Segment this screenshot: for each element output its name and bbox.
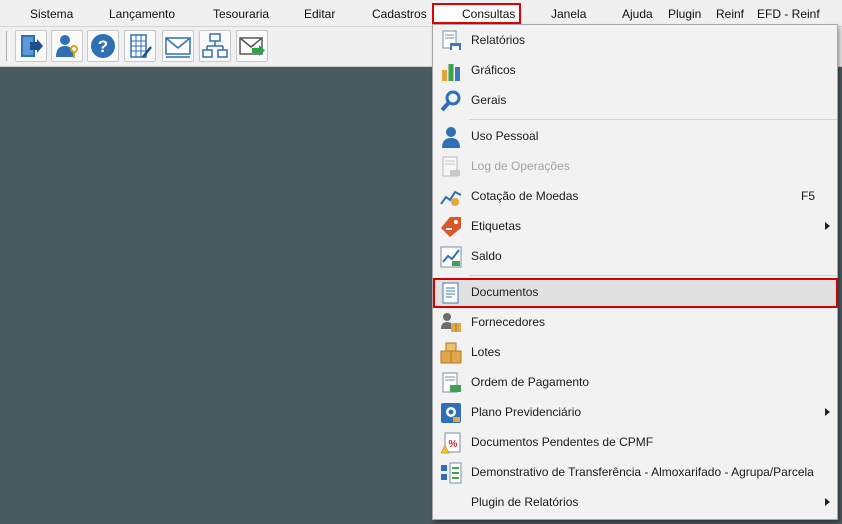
- balance-chart-icon: [440, 246, 462, 268]
- help-button[interactable]: ?: [87, 30, 119, 62]
- user-access-button[interactable]: [51, 30, 83, 62]
- menu-item-label: Cotação de Moedas: [471, 189, 579, 203]
- bar-chart-icon: [442, 64, 460, 81]
- report-printer-icon: [442, 30, 461, 51]
- log-document-icon: [442, 156, 460, 177]
- menu-item-cotacao-de-moedas[interactable]: Cotação de Moedas F5: [433, 182, 837, 212]
- mail-send-icon: [239, 37, 265, 56]
- menu-reinf[interactable]: Reinf: [716, 5, 744, 23]
- menu-item-label: Gerais: [471, 93, 507, 107]
- menu-item-label: Demonstrativo de Transferência - Almoxar…: [471, 465, 814, 479]
- svg-text:?: ?: [98, 37, 108, 56]
- menu-separator: [469, 119, 837, 120]
- menu-item-uso-pessoal[interactable]: Uso Pessoal: [433, 122, 837, 152]
- currency-chart-icon: [440, 190, 462, 206]
- help-icon: ?: [91, 34, 115, 58]
- consultas-dropdown-menu: Relatórios Gráficos Gerais Uso Pessoal L…: [432, 24, 838, 520]
- submenu-arrow-icon: [825, 222, 830, 230]
- menu-item-saldo[interactable]: Saldo: [433, 242, 837, 272]
- menu-item-plano-previdenciario[interactable]: Plano Previdenciário: [433, 398, 837, 428]
- menu-item-label: Etiquetas: [471, 219, 522, 233]
- menu-item-label: Uso Pessoal: [471, 129, 539, 143]
- exit-button[interactable]: [15, 30, 47, 62]
- menu-item-relatorios[interactable]: Relatórios: [433, 26, 837, 56]
- menu-efd-reinf[interactable]: EFD - Reinf: [757, 5, 820, 23]
- boxes-icon: [440, 342, 462, 364]
- menu-item-log-de-operacoes: Log de Operações: [433, 152, 837, 182]
- calculator-button[interactable]: [124, 30, 156, 62]
- menu-item-label: Saldo: [471, 249, 502, 263]
- calculator-grid-icon: [130, 34, 152, 58]
- mail-button[interactable]: [162, 30, 194, 62]
- price-tag-icon: [441, 217, 461, 237]
- menu-editar[interactable]: Editar: [304, 5, 335, 23]
- payment-order-icon: [442, 372, 461, 393]
- submenu-arrow-icon: [825, 498, 830, 506]
- exit-door-icon: [21, 35, 43, 57]
- menu-item-demonstrativo-transferencia[interactable]: Demonstrativo de Transferência - Almoxar…: [433, 458, 837, 488]
- menu-item-label: Documentos Pendentes de CPMF: [471, 435, 654, 449]
- menu-plugin[interactable]: Plugin: [668, 5, 701, 23]
- menu-item-lotes[interactable]: Lotes: [433, 338, 837, 368]
- menu-item-etiquetas[interactable]: Etiquetas: [433, 212, 837, 242]
- menu-sistema[interactable]: Sistema: [30, 5, 73, 23]
- menu-item-label: Documentos: [471, 285, 539, 299]
- pension-plan-icon: [441, 403, 461, 423]
- document-icon: [442, 282, 459, 304]
- pending-document-icon: %: [440, 432, 461, 454]
- menu-item-label: Log de Operações: [471, 159, 570, 173]
- menu-item-label: Gráficos: [471, 63, 516, 77]
- menu-item-shortcut: F5: [800, 189, 815, 203]
- network-button[interactable]: [199, 30, 231, 62]
- menu-item-fornecedores[interactable]: Fornecedores: [433, 308, 837, 338]
- menu-item-label: Relatórios: [471, 33, 526, 47]
- menu-item-plugin-de-relatorios[interactable]: Plugin de Relatórios: [433, 488, 837, 518]
- transfer-report-icon: [441, 462, 462, 484]
- person-icon: [442, 127, 460, 148]
- menu-cadastros[interactable]: Cadastros: [372, 5, 427, 23]
- svg-text:%: %: [449, 439, 458, 450]
- user-key-icon: [56, 35, 78, 58]
- menu-item-label: Plano Previdenciário: [471, 405, 582, 419]
- menu-item-label: Fornecedores: [471, 315, 546, 329]
- send-mail-button[interactable]: [236, 30, 268, 62]
- magnifier-icon: [440, 90, 461, 112]
- toolbar-grip[interactable]: [6, 31, 10, 61]
- menu-janela[interactable]: Janela: [551, 5, 586, 23]
- menu-item-label: Lotes: [471, 345, 501, 359]
- mail-icon: [165, 37, 191, 58]
- menu-item-documentos-pendentes-cpmf[interactable]: % Documentos Pendentes de CPMF: [433, 428, 837, 458]
- menu-item-label: Ordem de Pagamento: [471, 375, 590, 389]
- network-icon: [202, 33, 228, 58]
- menu-item-documentos[interactable]: Documentos: [433, 278, 837, 308]
- menu-tesouraria[interactable]: Tesouraria: [213, 5, 269, 23]
- menu-item-ordem-de-pagamento[interactable]: Ordem de Pagamento: [433, 368, 837, 398]
- menu-consultas[interactable]: Consultas: [462, 5, 515, 23]
- menu-bar: Sistema Lançamento Tesouraria Editar Cad…: [0, 0, 842, 27]
- menu-lancamento[interactable]: Lançamento: [109, 5, 175, 23]
- submenu-arrow-icon: [825, 408, 830, 416]
- suppliers-icon: [441, 313, 461, 332]
- menu-item-gerais[interactable]: Gerais: [433, 86, 837, 116]
- menu-item-label: Plugin de Relatórios: [471, 495, 579, 509]
- menu-separator: [469, 275, 837, 276]
- menu-ajuda[interactable]: Ajuda: [622, 5, 653, 23]
- menu-item-graficos[interactable]: Gráficos: [433, 56, 837, 86]
